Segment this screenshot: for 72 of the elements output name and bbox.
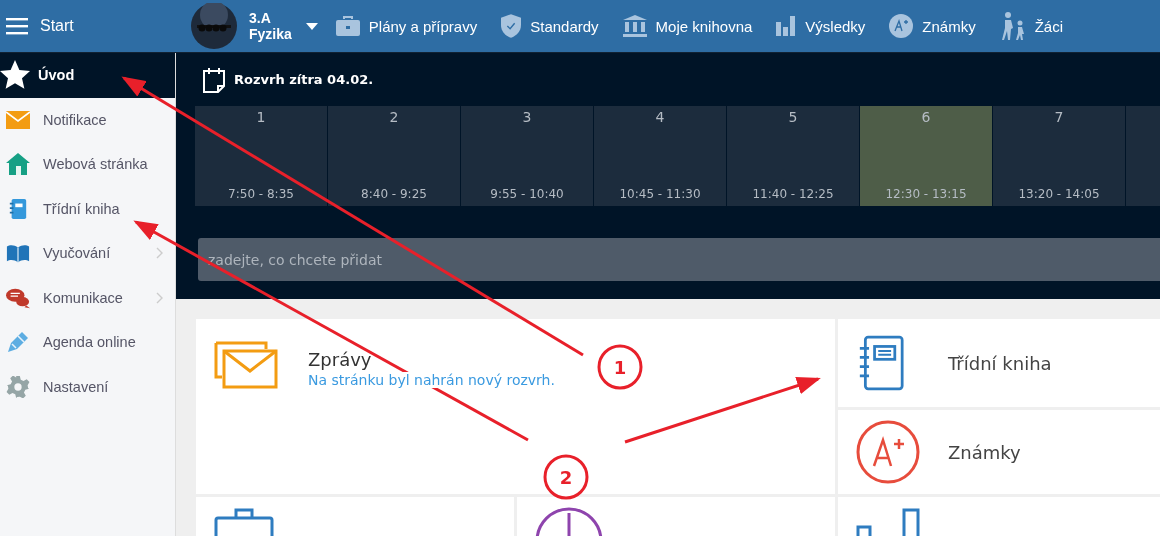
sidebar-item[interactable]: Agenda online xyxy=(0,320,175,365)
nav-link[interactable]: Plány a přípravy xyxy=(335,6,478,46)
sidebar-item[interactable]: Nastavení xyxy=(0,364,175,409)
lesson-number: 7 xyxy=(1054,109,1064,125)
settings-icon xyxy=(6,375,30,398)
nav-link[interactable]: Výsledky xyxy=(776,6,866,46)
lesson-time: 8:40 - 9:25 xyxy=(361,187,427,201)
nav-link[interactable]: Žáci xyxy=(999,6,1064,46)
nav-link[interactable]: Moje knihovna xyxy=(622,6,753,46)
chevron-icon xyxy=(156,247,163,260)
notebook-icon xyxy=(858,335,904,391)
envelope-icon xyxy=(214,341,278,389)
lesson-number: 4 xyxy=(655,109,665,125)
lesson-time: 9:55 - 10:40 xyxy=(490,187,564,201)
lesson-time: 11:40 - 12:25 xyxy=(752,187,834,201)
lesson-number: 2 xyxy=(389,109,399,125)
grades-tile[interactable]: Známky xyxy=(838,410,1160,494)
class-selector[interactable]: 3.A Fyzika xyxy=(249,10,318,42)
briefcase-icon xyxy=(335,16,360,36)
plans-tile[interactable] xyxy=(196,497,514,536)
lesson-time: 13:20 - 14:05 xyxy=(1018,187,1100,201)
sidebar-item[interactable]: Úvod xyxy=(0,53,175,98)
open-book-icon xyxy=(6,243,30,264)
pedestrians-icon xyxy=(999,12,1026,40)
nav-link[interactable]: Známky xyxy=(889,6,976,46)
pen-icon xyxy=(6,330,30,355)
chevron-icon xyxy=(156,291,163,304)
briefcase-icon xyxy=(214,507,274,536)
chat-bubbles-icon xyxy=(6,286,30,309)
lesson-time: 12:30 - 13:15 xyxy=(885,187,967,201)
nav-link[interactable]: Standardy xyxy=(501,6,599,46)
grade-icon xyxy=(889,14,914,38)
lesson-cell[interactable]: 6 12:30 - 13:15 xyxy=(860,106,992,206)
tile[interactable] xyxy=(517,497,835,536)
sidebar-item[interactable]: Notifikace xyxy=(0,97,175,142)
lesson-cell[interactable]: 2 8:40 - 9:25 xyxy=(328,106,460,206)
sidebar-item[interactable]: Vyučování xyxy=(0,231,175,276)
bar-chart-icon xyxy=(776,16,797,36)
menu-button[interactable]: Start xyxy=(0,0,175,52)
tile-title: Známky xyxy=(948,441,1021,463)
lesson-cell[interactable]: 7 13:20 - 14:05 xyxy=(993,106,1125,206)
sidebar-item[interactable]: Třídní kniha xyxy=(0,186,175,231)
sidebar-item[interactable]: Webová stránka xyxy=(0,142,175,187)
lesson-time: 10:45 - 11:30 xyxy=(619,187,701,201)
grade-icon xyxy=(856,420,920,484)
tile-title: Třídní kniha xyxy=(948,352,1052,374)
lesson-cell[interactable]: 1 7:50 - 8:35 xyxy=(195,106,327,206)
lesson-number: 1 xyxy=(256,109,266,125)
class-book-tile[interactable]: Třídní kniha xyxy=(838,319,1160,407)
add-field[interactable]: zadejte, co chcete přidat xyxy=(198,238,1160,281)
sidebar-item[interactable]: Komunikace xyxy=(0,275,175,320)
caret-icon xyxy=(305,22,318,30)
calendar-icon xyxy=(203,66,225,93)
message-text: Na stránku byl nahrán nový rozvrh. xyxy=(308,372,555,388)
bank-icon xyxy=(622,15,647,37)
star-icon xyxy=(0,60,30,91)
envelope-icon xyxy=(6,110,30,129)
lesson-number: 6 xyxy=(921,109,931,125)
lesson-time: 7:50 - 8:35 xyxy=(228,187,294,201)
shield-icon xyxy=(501,14,522,38)
lesson-cell[interactable]: 3 9:55 - 10:40 xyxy=(461,106,593,206)
menu-icon xyxy=(6,17,28,35)
tile-title: Zprávy xyxy=(308,349,373,370)
lesson-cell[interactable]: 5 11:40 - 12:25 xyxy=(727,106,859,206)
callout-number: 2 xyxy=(543,454,589,500)
house-icon xyxy=(6,153,30,176)
callout-number: 1 xyxy=(597,344,643,390)
lesson-number: 3 xyxy=(522,109,532,125)
results-tile[interactable] xyxy=(838,497,1160,536)
schedule-title: Rozvrh zítra 04.02. xyxy=(234,72,374,87)
lesson-number: 5 xyxy=(788,109,798,125)
lesson-cell[interactable]: 4 10:45 - 11:30 xyxy=(594,106,726,206)
